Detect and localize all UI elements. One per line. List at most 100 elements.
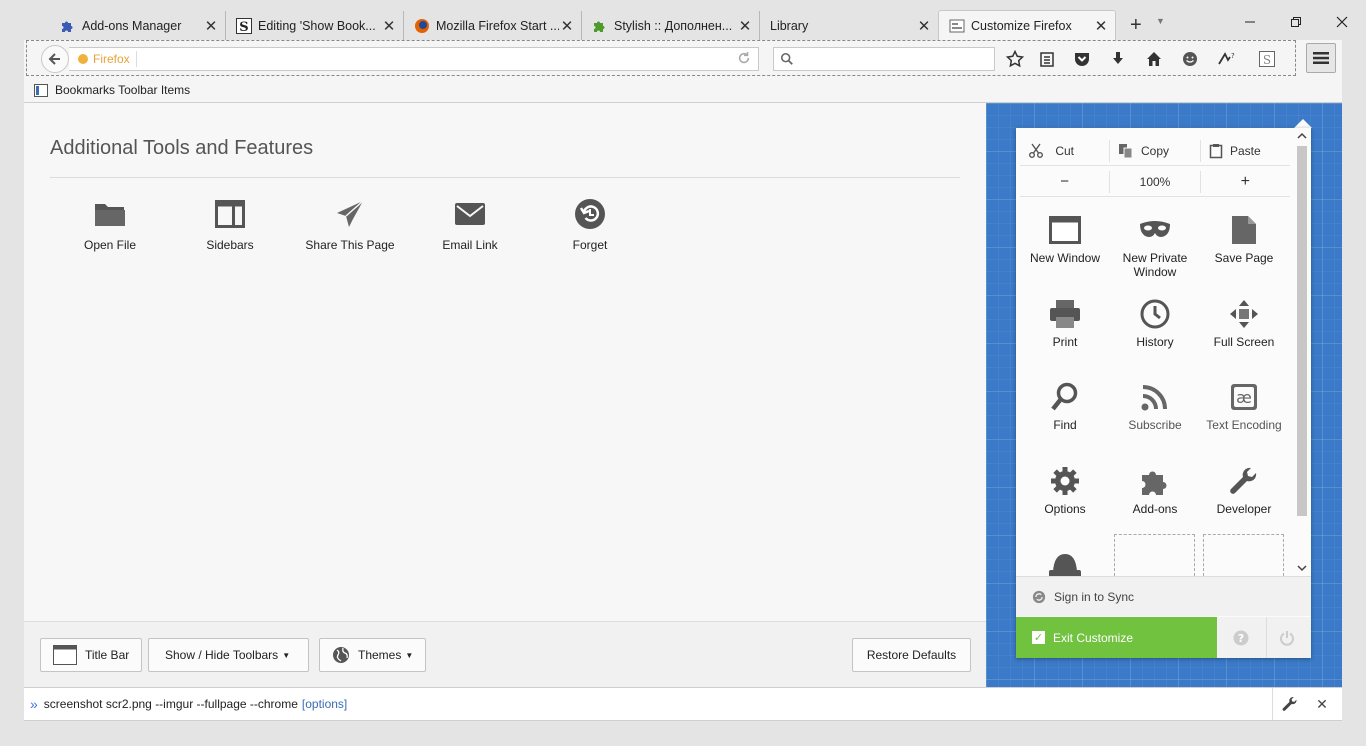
show-hide-toolbars-button[interactable]: Show / Hide Toolbars ▼ xyxy=(148,638,309,672)
chevron-down-icon[interactable]: ▼ xyxy=(1156,16,1165,26)
search-input[interactable] xyxy=(773,47,995,71)
tab-addons-manager[interactable]: Add-ons Manager ✕ xyxy=(50,11,226,40)
open-menu-button[interactable] xyxy=(1306,43,1336,73)
tab-library[interactable]: Library ✕ xyxy=(760,11,938,40)
home-icon[interactable] xyxy=(1144,49,1164,69)
exit-customize-button[interactable]: ✓ Exit Customize xyxy=(1016,617,1217,658)
identity-box[interactable]: Firefox xyxy=(69,51,137,67)
wrench-icon xyxy=(1228,465,1260,497)
tab-firefox-start[interactable]: Mozilla Firefox Start ... ✕ xyxy=(404,11,582,40)
palette-item-email-link[interactable]: Email Link xyxy=(415,198,525,252)
palette-item-label: Share This Page xyxy=(305,238,395,252)
palette-item-share-this-page[interactable]: Share This Page xyxy=(295,198,405,252)
firefox-icon xyxy=(414,18,430,34)
close-icon[interactable]: ✕ xyxy=(559,18,575,35)
hat-icon xyxy=(1048,552,1082,576)
bookmark-star-icon[interactable] xyxy=(1005,49,1025,69)
tab-editing[interactable]: S Editing 'Show Book... ✕ xyxy=(226,11,404,40)
close-icon[interactable]: ✕ xyxy=(1314,696,1330,712)
panel-item-find[interactable]: Find xyxy=(1021,381,1109,432)
panel-item-label: Add-ons xyxy=(1132,502,1178,516)
sync-icon xyxy=(1032,590,1046,603)
back-button[interactable] xyxy=(41,45,69,73)
new-tab-button[interactable]: + xyxy=(1130,14,1142,37)
sign-in-to-sync-button[interactable]: Sign in to Sync xyxy=(1016,576,1311,616)
panel-footer: ✓ Exit Customize ? xyxy=(1016,617,1311,658)
zoom-out-button[interactable]: − xyxy=(1020,171,1109,193)
command-input[interactable]: screenshot scr2.png --imgur --fullpage -… xyxy=(44,697,298,711)
customization-palette: Additional Tools and Features Open File … xyxy=(24,103,986,621)
puzzle-icon xyxy=(60,18,76,34)
minimize-button[interactable] xyxy=(1240,12,1260,32)
bookmarks-menu-icon[interactable] xyxy=(1037,49,1057,69)
panel-item-full-screen[interactable]: Full Screen xyxy=(1200,298,1288,349)
close-icon[interactable]: ✕ xyxy=(381,18,397,35)
panel-item-subscribe[interactable]: Subscribe xyxy=(1111,381,1199,432)
panel-item-label: Text Encoding xyxy=(1206,418,1282,432)
zoom-reset-button[interactable]: 100% xyxy=(1109,170,1199,193)
panel-item-text-encoding[interactable]: æ Text Encoding xyxy=(1200,381,1288,432)
panel-arrow xyxy=(1294,119,1312,128)
panel-item-developer[interactable]: Developer xyxy=(1200,465,1288,516)
close-icon[interactable]: ✕ xyxy=(1093,18,1109,35)
url-bar[interactable]: Firefox xyxy=(69,47,759,71)
zoom-in-button[interactable]: + xyxy=(1199,170,1290,193)
tab-title: Stylish :: Дополнен... xyxy=(614,18,733,33)
tab-title: Mozilla Firefox Start ... xyxy=(436,18,559,33)
hello-icon[interactable] xyxy=(1180,49,1200,69)
sync-label: Sign in to Sync xyxy=(1054,589,1135,604)
bookmarks-toolbar-items-label[interactable]: Bookmarks Toolbar Items xyxy=(55,83,190,97)
close-icon[interactable]: ✕ xyxy=(203,18,219,35)
globe-icon xyxy=(332,646,350,664)
palette-item-forget[interactable]: Forget xyxy=(535,198,645,252)
download-icon[interactable] xyxy=(1108,49,1128,69)
palette-item-label: Open File xyxy=(83,238,137,252)
tab-customize-firefox[interactable]: Customize Firefox ✕ xyxy=(938,10,1116,41)
restore-defaults-label: Restore Defaults xyxy=(866,648,957,662)
themes-button[interactable]: Themes ▼ xyxy=(319,638,427,672)
restore-button[interactable] xyxy=(1286,12,1306,32)
palette-item-sidebars[interactable]: Sidebars xyxy=(175,198,285,252)
stylish-icon[interactable]: S xyxy=(1257,49,1277,69)
panel-item-options[interactable]: Options xyxy=(1021,465,1109,516)
sidebar-icon xyxy=(214,198,246,230)
panel-item-new-private-window[interactable]: New Private Window xyxy=(1111,214,1199,279)
palette-heading: Additional Tools and Features xyxy=(50,137,314,159)
cut-button[interactable]: Cut xyxy=(1020,140,1109,162)
panel-item-new-window[interactable]: New Window xyxy=(1021,214,1109,265)
reload-icon[interactable] xyxy=(737,51,755,69)
close-icon[interactable]: ✕ xyxy=(916,18,932,35)
svg-text:S: S xyxy=(239,20,248,34)
command-prompt-icon: » xyxy=(30,696,38,712)
panel-item-save-page[interactable]: Save Page xyxy=(1200,214,1288,265)
panel-item-label: Options xyxy=(1044,502,1086,516)
copy-label: Copy xyxy=(1140,143,1169,158)
toolbox-wrench-icon[interactable] xyxy=(1272,688,1306,720)
panel-item-label: Find xyxy=(1053,418,1077,432)
close-icon[interactable]: ✕ xyxy=(737,18,753,35)
scrollbar-thumb[interactable] xyxy=(1297,146,1307,516)
chevron-up-icon xyxy=(1297,132,1307,139)
window-close-button[interactable] xyxy=(1332,12,1352,32)
paste-button[interactable]: Paste xyxy=(1199,139,1290,162)
tab-title: Customize Firefox xyxy=(971,19,1072,33)
panel-item-history[interactable]: History xyxy=(1111,298,1199,349)
restore-defaults-button[interactable]: Restore Defaults xyxy=(852,638,971,672)
bookmarks-toolbar-icon xyxy=(34,83,48,97)
power-icon[interactable] xyxy=(1279,630,1295,649)
options-hint[interactable]: [options] xyxy=(302,697,347,711)
reader-feedback-icon[interactable]: ? xyxy=(1216,49,1236,69)
title-bar-button[interactable]: Title Bar xyxy=(40,638,143,672)
copy-button[interactable]: Copy xyxy=(1109,139,1199,162)
themes-label: Themes xyxy=(358,648,402,662)
pocket-icon[interactable] xyxy=(1072,49,1092,69)
tab-stylish[interactable]: Stylish :: Дополнен... ✕ xyxy=(582,11,760,40)
panel-item-label: Print xyxy=(1052,335,1078,349)
help-icon[interactable]: ? xyxy=(1233,630,1249,649)
menu-panel: Cut Copy Paste − 100% + New Window New P… xyxy=(1016,128,1311,658)
panel-item-print[interactable]: Print xyxy=(1021,298,1109,349)
svg-text:æ: æ xyxy=(1236,388,1252,407)
panel-item-add-ons[interactable]: Add-ons xyxy=(1111,465,1199,516)
palette-item-open-file[interactable]: Open File xyxy=(55,198,165,252)
divider xyxy=(50,177,960,178)
